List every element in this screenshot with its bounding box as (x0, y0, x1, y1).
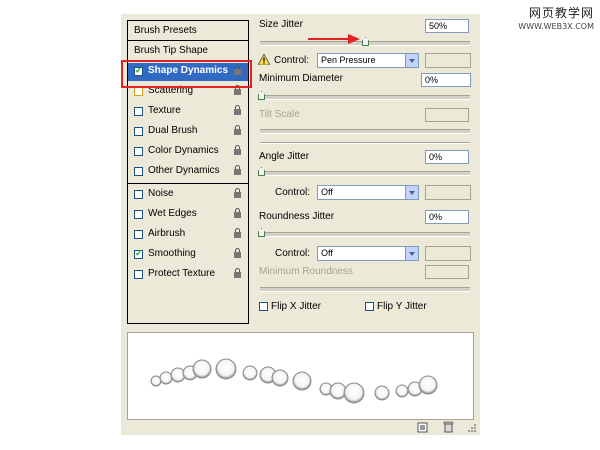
texture-checkbox[interactable] (134, 107, 143, 116)
wet-edges-label: Wet Edges (148, 208, 197, 219)
scattering-checkbox[interactable] (134, 87, 143, 96)
roundness-jitter-thumb[interactable] (258, 228, 265, 237)
arrow-icon (308, 34, 360, 44)
other-dynamics-checkbox[interactable] (134, 167, 143, 176)
lock-icon[interactable] (233, 248, 242, 258)
warning-icon (258, 54, 270, 65)
lock-icon[interactable] (233, 268, 242, 278)
tilt-scale-slider (260, 129, 470, 134)
list-divider (128, 183, 248, 184)
flip-y-label: Flip Y Jitter (377, 301, 427, 312)
roundness-control-select[interactable]: Off (317, 246, 419, 261)
shape-dynamics-options: Size Jitter 50% Control: Pen Pressure Mi… (251, 14, 476, 324)
watermark-title: 网页教学网 (528, 6, 594, 20)
watermark-url: WWW.WEB3X.COM (518, 22, 594, 31)
highlight-annotation (121, 60, 252, 88)
dual-brush-label: Dual Brush (148, 125, 198, 136)
size-jitter-label: Size Jitter (259, 19, 303, 30)
brushes-panel: Brush Presets Brush Tip Shape Shape Dyna… (121, 14, 480, 435)
roundness-control-field (425, 246, 471, 261)
smoothing-checkbox[interactable] (134, 248, 143, 259)
brush-tip-shape-item[interactable]: Brush Tip Shape (128, 43, 248, 61)
flip-x-checkbox[interactable] (259, 301, 268, 311)
list-item-noise[interactable]: Noise (128, 186, 248, 204)
brush-presets-item[interactable]: Brush Presets (128, 21, 248, 41)
roundness-control-label: Control: (275, 248, 311, 259)
panel-bottom-bar (121, 420, 480, 435)
list-item-airbrush[interactable]: Airbrush (128, 226, 248, 244)
list-item-texture[interactable]: Texture (128, 103, 248, 121)
dual-brush-checkbox[interactable] (134, 127, 143, 136)
list-item-protect-texture[interactable]: Protect Texture (128, 266, 248, 284)
angle-jitter-thumb[interactable] (258, 167, 265, 176)
list-item-wet-edges[interactable]: Wet Edges (128, 206, 248, 224)
min-roundness-slider (260, 287, 470, 292)
protect-texture-checkbox[interactable] (134, 270, 143, 279)
lock-icon[interactable] (233, 145, 242, 155)
min-diameter-field[interactable]: 0% (421, 73, 471, 87)
roundness-jitter-slider[interactable] (260, 232, 470, 237)
tilt-scale-label: Tilt Scale (259, 109, 300, 120)
angle-control-select[interactable]: Off (317, 185, 419, 200)
color-dynamics-label: Color Dynamics (148, 145, 219, 156)
trash-icon[interactable] (443, 421, 454, 433)
brush-tip-shape-label: Brush Tip Shape (134, 45, 208, 56)
protect-texture-label: Protect Texture (148, 268, 216, 279)
chevron-down-icon[interactable] (405, 186, 418, 199)
list-item-dual-brush[interactable]: Dual Brush (128, 123, 248, 141)
chevron-down-icon[interactable] (405, 54, 418, 67)
min-diameter-slider[interactable] (260, 95, 470, 100)
size-control-label: Control: (274, 55, 310, 66)
list-item-color-dynamics[interactable]: Color Dynamics (128, 143, 248, 161)
brush-stroke-preview (127, 332, 474, 420)
angle-control-label: Control: (275, 187, 311, 198)
airbrush-checkbox[interactable] (134, 230, 143, 239)
other-dynamics-label: Other Dynamics (148, 165, 220, 176)
airbrush-label: Airbrush (148, 228, 186, 239)
min-diameter-thumb[interactable] (258, 91, 265, 100)
lock-icon[interactable] (233, 188, 242, 198)
angle-jitter-label: Angle Jitter (259, 151, 310, 162)
new-preset-icon[interactable] (417, 422, 428, 433)
smoothing-label: Smoothing (148, 248, 196, 259)
roundness-jitter-field[interactable]: 0% (425, 210, 469, 224)
watermark: 网页教学网 WWW.WEB3X.COM (518, 4, 594, 31)
texture-label: Texture (148, 105, 181, 116)
angle-control-field (425, 185, 471, 200)
noise-label: Noise (148, 188, 174, 199)
flip-x-option[interactable]: Flip X Jitter (259, 301, 321, 312)
flip-y-checkbox[interactable] (365, 301, 374, 311)
size-jitter-field[interactable]: 50% (425, 19, 469, 33)
min-diameter-label: Minimum Diameter (259, 73, 343, 84)
roundness-jitter-label: Roundness Jitter (259, 211, 335, 222)
flip-x-label: Flip X Jitter (271, 301, 322, 312)
size-jitter-thumb[interactable] (362, 37, 369, 46)
angle-jitter-field[interactable]: 0% (425, 150, 469, 164)
lock-icon[interactable] (233, 208, 242, 218)
lock-icon[interactable] (233, 228, 242, 238)
lock-icon[interactable] (233, 105, 242, 115)
wet-edges-checkbox[interactable] (134, 210, 143, 219)
angle-jitter-slider[interactable] (260, 171, 470, 176)
section-divider (260, 142, 470, 144)
min-roundness-field (425, 265, 469, 279)
size-control-value: Pen Pressure (321, 55, 376, 65)
list-item-other-dynamics[interactable]: Other Dynamics (128, 163, 248, 181)
chevron-down-icon[interactable] (405, 247, 418, 260)
color-dynamics-checkbox[interactable] (134, 147, 143, 156)
size-control-select[interactable]: Pen Pressure (317, 53, 419, 68)
min-roundness-label: Minimum Roundness (259, 266, 353, 277)
stroke-preview-image (150, 358, 438, 404)
resize-grip-icon[interactable] (465, 423, 477, 434)
tilt-scale-field (425, 108, 469, 122)
size-control-field (425, 53, 471, 68)
noise-checkbox[interactable] (134, 190, 143, 199)
flip-y-option[interactable]: Flip Y Jitter (365, 301, 427, 312)
lock-icon[interactable] (233, 125, 242, 135)
angle-control-value: Off (321, 187, 333, 197)
roundness-control-value: Off (321, 248, 333, 258)
lock-icon[interactable] (233, 165, 242, 175)
list-item-smoothing[interactable]: Smoothing (128, 246, 248, 264)
